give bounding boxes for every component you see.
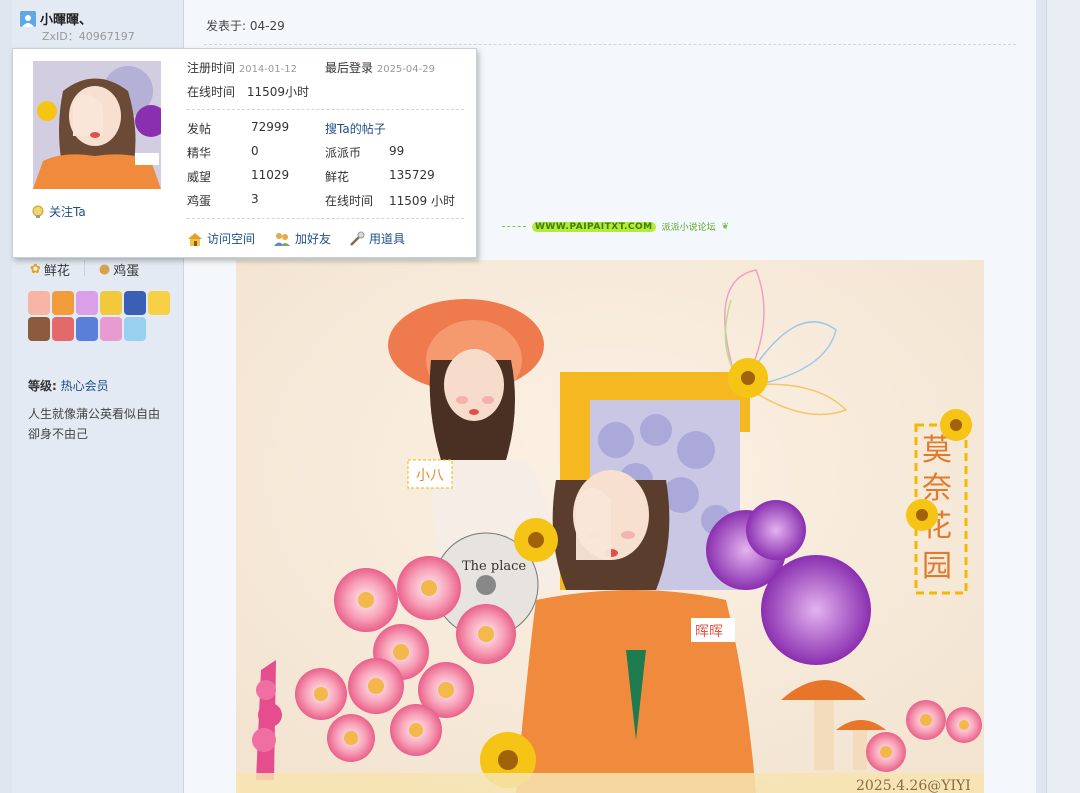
- medal-icon[interactable]: [52, 291, 74, 315]
- divider: [204, 44, 1016, 45]
- level-label: 等级:: [28, 379, 57, 393]
- page-right-gutter: [1036, 0, 1080, 793]
- medal-icon[interactable]: [28, 291, 50, 315]
- online-value: 11509小时: [246, 85, 310, 99]
- stat-flower-label: 鲜花: [325, 170, 350, 184]
- svg-text:晖晖: 晖晖: [695, 624, 723, 640]
- divider: [187, 218, 464, 219]
- banner-forum[interactable]: 派派小说论坛: [662, 220, 716, 233]
- svg-text:园: 园: [922, 549, 952, 584]
- last-login-date: 2025-04-29: [376, 64, 435, 75]
- last-login-label: 最后登录: [325, 61, 374, 75]
- page-left-gutter: [0, 0, 12, 793]
- medal-grid: [28, 291, 170, 341]
- search-posts-label: 搜Ta的帖子: [325, 122, 386, 136]
- lightbulb-icon: [32, 205, 44, 218]
- last-login-row: 最后登录 2025-04-29: [325, 59, 435, 76]
- member-level: 等级: 热心会员: [28, 377, 109, 394]
- flower-gift[interactable]: ✿ 鲜花: [30, 260, 70, 279]
- follow-label: 关注Ta: [49, 205, 86, 219]
- forum-banner[interactable]: WWW.PAIPAITXT.COM 派派小说论坛 ❦: [502, 220, 729, 233]
- medal-icon[interactable]: [100, 291, 122, 315]
- stat-coin-value: 99: [389, 144, 405, 158]
- reg-label: 注册时间: [187, 61, 236, 75]
- username[interactable]: 小暉暉、: [40, 9, 92, 28]
- post-date: 发表于: 04-29: [206, 19, 285, 33]
- medal-icon[interactable]: [76, 317, 98, 341]
- stat-egg-value: 3: [251, 192, 259, 206]
- right-panel: [1046, 0, 1080, 793]
- medal-icon[interactable]: [76, 291, 98, 315]
- stat-prestige-label: 威望: [187, 170, 212, 184]
- level-value[interactable]: 热心会员: [61, 379, 109, 393]
- flower-icon: ✿: [30, 262, 41, 277]
- user-signature: 人生就像蒲公英看似自由卻身不由己: [28, 407, 161, 441]
- gift-row: ✿ 鲜花 ● 鸡蛋: [30, 260, 139, 279]
- search-posts-link[interactable]: 搜Ta的帖子: [325, 120, 386, 137]
- stat-online-label: 在线时间: [325, 194, 374, 208]
- use-tool-button[interactable]: 用道具: [349, 230, 405, 247]
- online-row: 在线时间 11509小时: [187, 83, 309, 100]
- stat-flower-value: 135729: [389, 168, 435, 182]
- svg-text:小八: 小八: [416, 468, 444, 484]
- medal-icon[interactable]: [124, 317, 146, 341]
- flower-label: 鲜花: [43, 264, 70, 279]
- gift-separator: [83, 260, 85, 276]
- reg-row: 注册时间 2014-01-12: [187, 59, 297, 76]
- svg-text:2025.4.26@YIYI: 2025.4.26@YIYI: [856, 778, 971, 793]
- egg-gift[interactable]: ● 鸡蛋: [99, 260, 139, 279]
- avatar[interactable]: [33, 61, 161, 189]
- medal-icon[interactable]: [52, 317, 74, 341]
- reg-date: 2014-01-12: [238, 64, 297, 75]
- medal-icon[interactable]: [124, 291, 146, 315]
- banner-site[interactable]: WWW.PAIPAITXT.COM: [532, 221, 656, 232]
- stat-digest-label: 精华: [187, 146, 212, 160]
- visit-space-button[interactable]: 访问空间: [187, 230, 255, 247]
- user-zxid: ZxID：40967197: [42, 30, 135, 43]
- stat-coin-label: 派派币: [325, 146, 362, 160]
- stat-egg-label: 鸡蛋: [187, 194, 212, 208]
- user-info-popup: 关注Ta 注册时间 2014-01-12 最后登录 2025-04-29 在线时…: [12, 48, 477, 258]
- stat-prestige-value: 11029: [251, 168, 290, 182]
- visit-space-label: 访问空间: [207, 232, 256, 246]
- stat-digest-value: 0: [251, 144, 259, 158]
- stat-posts-value: 72999: [251, 120, 290, 134]
- online-label: 在线时间: [187, 85, 236, 99]
- follow-button[interactable]: 关注Ta: [31, 203, 86, 220]
- stat-online-value: 11509 小时: [389, 194, 455, 208]
- svg-text:The place: The place: [462, 559, 526, 574]
- banner-dash: [502, 226, 526, 227]
- egg-icon: ●: [98, 262, 111, 277]
- medal-icon[interactable]: [148, 291, 170, 315]
- user-header[interactable]: 小暉暉、: [20, 9, 92, 28]
- leaf-icon: ❦: [721, 221, 730, 232]
- friends-icon: [274, 232, 291, 246]
- egg-label: 鸡蛋: [113, 264, 140, 279]
- post-image[interactable]: The place 小八 晖晖 莫 奈 花 园 2025.4.26@YIYI: [236, 260, 984, 793]
- divider: [187, 109, 464, 110]
- stat-posts-label: 发帖: [187, 122, 212, 136]
- add-friend-label: 加好友: [295, 232, 332, 246]
- user-icon: [20, 10, 36, 27]
- medal-icon[interactable]: [100, 317, 122, 341]
- popup-actions: 访问空间 加好友 用道具: [187, 230, 405, 247]
- medal-icon[interactable]: [28, 317, 50, 341]
- add-friend-button[interactable]: 加好友: [273, 230, 331, 247]
- use-tool-label: 用道具: [369, 232, 406, 246]
- wand-icon: [350, 231, 365, 246]
- home-icon: [188, 232, 202, 246]
